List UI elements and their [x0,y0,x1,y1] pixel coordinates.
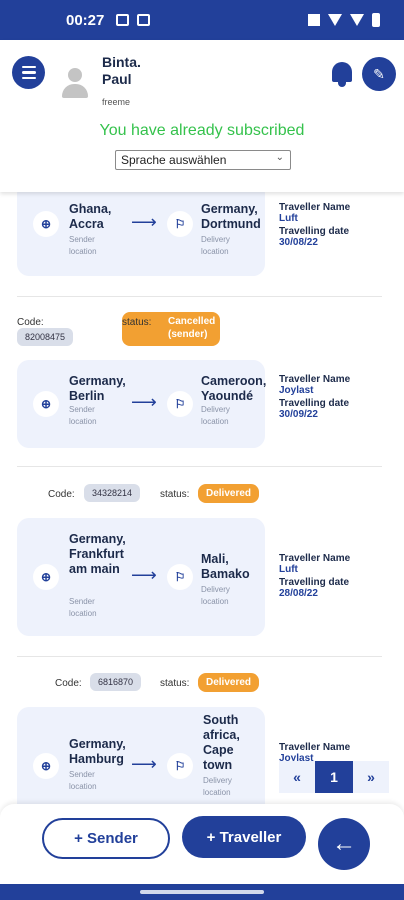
traveller-info: Traveller Name Joylast Travelling date 3… [279,374,350,420]
code-label: Code: [17,317,44,328]
delivery-location: South africa, Cape town [203,713,240,772]
menu-button[interactable] [12,56,45,89]
signal-icon [350,14,364,26]
delivery-location-icon: ⚐ [167,211,193,237]
divider [17,296,382,297]
arrow-right-icon: ⟶ [131,565,157,585]
previous-page-button[interactable]: « [279,761,315,793]
code-label: Code: [48,489,75,500]
gesture-handle[interactable] [140,890,264,894]
travelling-date-label: Travelling date [279,226,350,237]
status-time: 00:27 [66,11,105,29]
travelling-date: 30/09/22 [279,409,318,420]
delivery-location-label: Delivery location [201,235,230,256]
user-edit-icon: ✎ [373,65,385,82]
travelling-date: 28/08/22 [279,588,318,599]
delivery-location: Germany, Dortmund [201,202,261,231]
travelling-date: 30/08/22 [279,237,318,248]
traveller-name-label: Traveller Name [279,374,351,385]
traveller-name-label: Traveller Name [279,202,351,213]
delivery-location-icon: ⚐ [167,391,193,417]
chevron-down-icon: ⌄ [275,152,284,163]
trip-card[interactable]: ⊕ Germany, Hamburg Sender location ⟶ ⚐ S… [17,707,265,804]
sender-location-icon: ⊕ [33,753,59,779]
trip-card[interactable]: ⊕ Ghana, Accra Sender location ⟶ ⚐ Germa… [17,192,265,276]
app-header: Binta. Paul freeme ✎ You have already su… [0,40,404,192]
status-label: status: [160,678,190,689]
nfc-icon [308,14,320,26]
current-page-button[interactable]: 1 [315,761,353,793]
profile-button[interactable]: ✎ [362,57,396,91]
status-badge: Cancelled (sender) [168,316,216,340]
system-nav-bar [0,884,404,900]
delivery-location-icon: ⚐ [167,564,193,590]
status-bar: 00:27 [0,0,404,40]
code-value: 82008475 [17,328,74,346]
sender-location-icon: ⊕ [33,564,59,590]
delivery-location-label: Delivery location [201,585,230,606]
sender-location-label: Sender location [69,770,97,791]
divider [17,466,382,467]
traveller-name: Luft [279,564,298,575]
status-badge: Delivered [198,484,260,503]
traveller-info: Traveller Name Luft Travelling date 28/0… [279,553,350,599]
delivery-location-label: Delivery location [201,405,230,426]
sender-location-label: Sender location [69,597,97,618]
traveller-name-label: Traveller Name [279,553,351,564]
arrow-left-icon: ← [332,830,356,857]
travelling-date-label: Travelling date [279,577,350,588]
arrow-right-icon: ⟶ [131,754,157,774]
subscription-message: You have already subscribed [99,122,305,139]
sender-location-icon: ⊕ [33,391,59,417]
user-plan: freeme [102,97,131,107]
battery-icon [372,13,380,27]
traveller-name: Luft [279,213,298,224]
code-value: 34328214 [84,484,141,502]
bottom-action-bar: + Sender + Traveller ← [0,804,404,884]
trips-list[interactable]: ⊕ Ghana, Accra Sender location ⟶ ⚐ Germa… [0,192,404,804]
traveller-name-label: Traveller Name [279,742,351,753]
user-name: Binta. Paul [102,54,141,87]
back-button[interactable]: ← [318,818,370,870]
gallery-icon [116,14,130,26]
arrow-right-icon: ⟶ [131,392,157,412]
sender-location: Germany, Berlin [69,374,126,403]
sender-location-label: Sender location [69,405,97,426]
traveller-info: Traveller Name Luft Travelling date 30/0… [279,202,350,248]
wifi-icon [328,14,342,26]
traveller-name: Joylast [279,385,314,396]
code-label: Code: [55,678,82,689]
code-value: 6816870 [90,673,142,691]
avatar [60,68,90,100]
youtube-icon [137,14,151,26]
sender-location: Ghana, Accra [69,202,112,231]
sender-location: Germany, Hamburg [69,737,126,766]
divider [17,656,382,657]
travelling-date-label: Travelling date [279,398,350,409]
trip-card[interactable]: ⊕ Germany, Berlin Sender location ⟶ ⚐ Ca… [17,360,266,448]
arrow-right-icon: ⟶ [131,212,157,232]
add-traveller-button[interactable]: + Traveller [182,816,306,858]
delivery-location-label: Delivery location [203,776,232,797]
language-select[interactable]: Sprache auswählen ⌄ [115,150,291,170]
pagination: « 1 » [279,761,389,793]
status-badge: Delivered [198,673,260,692]
trip-card[interactable]: ⊕ Germany, Frankfurt am main Sender loca… [17,518,265,636]
delivery-location-icon: ⚐ [167,753,193,779]
notification-bell-icon[interactable] [329,60,355,88]
status-label: status: [160,489,190,500]
sender-location: Germany, Frankfurt am main [69,532,126,576]
add-sender-button[interactable]: + Sender [42,818,170,859]
language-select-value: Sprache auswählen [121,153,227,167]
sender-location-icon: ⊕ [33,211,59,237]
next-page-button[interactable]: » [353,761,389,793]
delivery-location: Mali, Bamako [201,552,250,581]
delivery-location: Cameroon, Yaoundé [201,374,267,403]
sender-location-label: Sender location [69,235,97,256]
